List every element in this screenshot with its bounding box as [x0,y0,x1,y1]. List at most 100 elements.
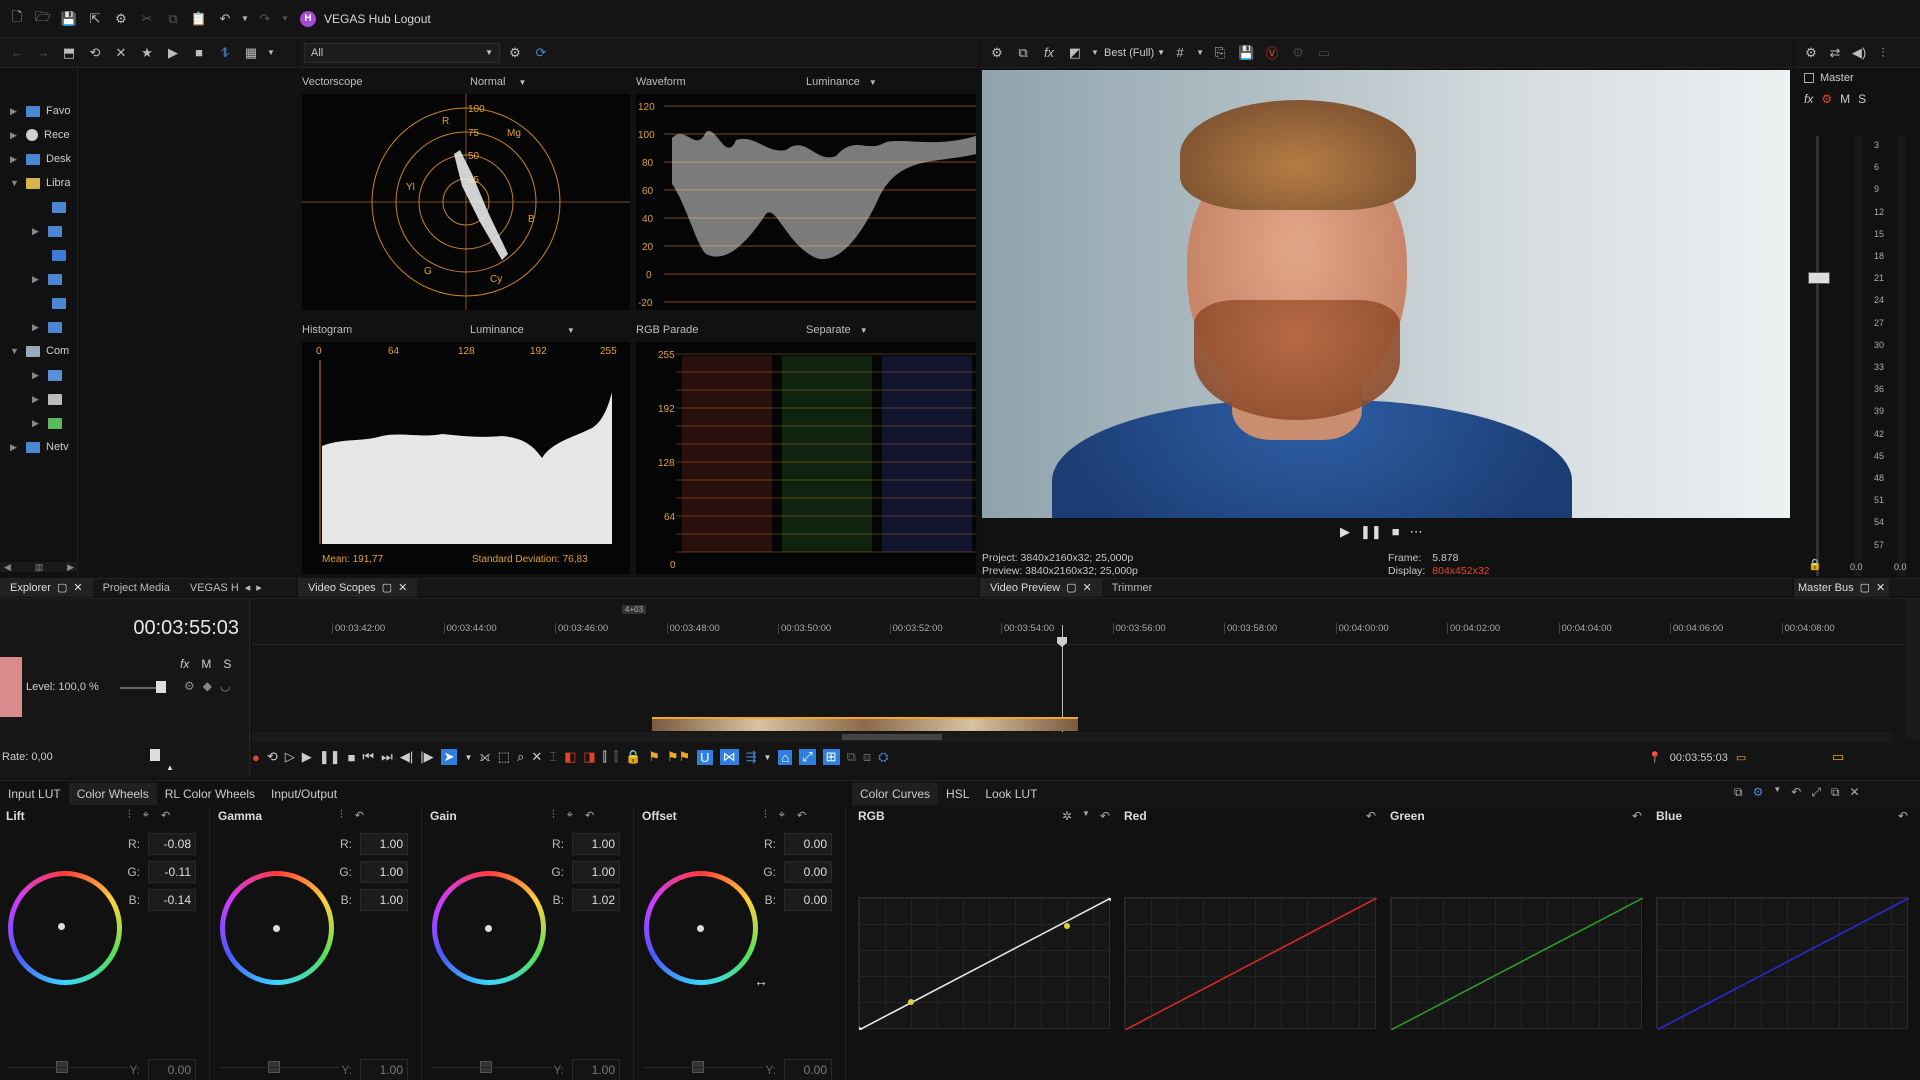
scroll-thumb[interactable]: ▥ [35,562,44,572]
speaker-icon[interactable]: ◀) [1848,42,1870,64]
copy-snapshot-icon[interactable]: ⎘ [1209,42,1231,64]
save-icon[interactable]: 💾 [58,8,80,30]
selection-length-icon[interactable]: ▭ [1736,751,1746,764]
downmix-icon[interactable]: ⇄ [1824,42,1846,64]
disabled-view-icon[interactable]: ▭ [1313,42,1335,64]
tree-item-library-2[interactable]: ▶ [32,222,62,240]
wheel-reset-icon[interactable]: ↶ [585,809,594,822]
ripple-edit-icon[interactable]: ⇶ [746,749,757,765]
auto-ripple-icon[interactable]: ⊞ [822,749,840,765]
refresh-icon[interactable]: ⟲ [84,42,106,64]
expand-arrow-icon[interactable]: ▶ [10,106,20,117]
close-icon[interactable]: ✕ [1083,581,1092,594]
dock-icon[interactable]: ▢ [382,581,392,594]
track-solo-button[interactable]: S [223,657,231,671]
views-dropdown-icon[interactable]: ▼ [266,42,276,64]
post-edit-icon[interactable]: ⧉ [847,749,856,765]
curve-control-point[interactable] [1064,923,1070,929]
master-fader-track[interactable] [1816,136,1819,576]
edit-tool-dropdown-icon[interactable]: ▼ [464,753,472,762]
tree-item-drive-2[interactable]: ▶ [32,390,62,408]
tree-item-library-6[interactable]: ▶ [32,318,62,336]
curve-line[interactable] [1657,898,1909,1030]
snapping-icon[interactable]: U [697,749,713,765]
tab-explorer[interactable]: Explorer ▢ ✕ [0,578,93,597]
overlays-grid-icon[interactable]: # [1169,42,1191,64]
color-wheel-ring[interactable] [8,871,122,985]
value-g-input[interactable]: 1.00 [572,861,620,883]
curve-control-point[interactable] [859,1027,862,1030]
tab-trimmer[interactable]: Trimmer [1102,579,1163,597]
wheel-reset-icon[interactable]: ↶ [161,809,170,822]
update-scopes-icon[interactable]: ⟳ [530,42,552,64]
transport-timecode[interactable]: 00:03:55:03 [1670,752,1728,764]
master-fader-handle[interactable] [1808,272,1830,284]
tab-rl-color-wheels[interactable]: RL Color Wheels [157,787,263,801]
value-b-input[interactable]: 1.00 [360,889,408,911]
value-r-input[interactable]: 1.00 [572,833,620,855]
undo-icon[interactable]: ↶ [214,8,236,30]
curve-control-point[interactable] [1108,898,1111,901]
expand-arrow-icon[interactable]: ▶ [32,418,42,429]
tab-vegas-hub[interactable]: VEGAS H ◂ ▸ [180,579,272,597]
ignore-grouping-icon[interactable]: ⤢ [799,749,816,765]
expand-arrow-icon[interactable]: ▶ [32,394,42,405]
expand-arrow-icon[interactable]: ▶ [10,154,20,165]
paste-icon[interactable]: 📋 [188,8,210,30]
back-icon[interactable]: ← [6,42,28,64]
hub-badge-icon[interactable]: H [300,10,316,27]
undo-dropdown-icon[interactable]: ▼ [240,8,250,30]
curve-control-point[interactable] [908,999,914,1005]
split-disabled-icon[interactable]: ⫿ [614,749,618,765]
track-mute-button[interactable]: M [201,657,211,671]
preview-pause-icon[interactable]: ❚❚ [1360,524,1382,540]
wheel-picker-icon[interactable]: ⌖ [143,809,149,822]
export-icon[interactable]: ⇱ [84,8,106,30]
tab-hsl[interactable]: HSL [938,787,977,801]
overlays-dropdown-icon[interactable]: ▼ [1195,42,1205,64]
zoom-tool-icon[interactable]: ⌕ [517,749,524,765]
record-icon[interactable]: ● [252,750,260,765]
vegas-logo-icon[interactable]: Ⓥ [1261,42,1283,64]
new-file-icon[interactable]: 🗋 [6,8,28,30]
tab-look-lut[interactable]: Look LUT [977,787,1045,801]
wheel-sliders-icon[interactable]: ⫶ [128,809,131,822]
track-fx-button[interactable]: fx [180,657,189,671]
wheel-reset-icon[interactable]: ↶ [355,809,364,822]
tab-video-scopes[interactable]: Video Scopes ▢ ✕ [298,578,418,597]
favorite-star-icon[interactable]: ★ [136,42,158,64]
curve-line[interactable] [1391,898,1643,1030]
pause-icon[interactable]: ❚❚ [319,749,341,765]
next-frame-icon[interactable]: |▶ [420,749,433,765]
color-wheel-puck[interactable] [485,925,492,932]
tree-item-desktop[interactable]: ▶ Desk [10,150,71,168]
tree-item-libraries[interactable]: ▼ Libra [10,174,70,192]
wheel-y-slider-track[interactable] [644,1067,764,1068]
value-r-input[interactable]: -0.08 [148,833,196,855]
curve-point-dropdown-icon[interactable]: ▼ [1082,809,1090,823]
dock-icon[interactable]: ▢ [1066,581,1076,594]
forward-icon[interactable]: → [32,42,54,64]
value-b-input[interactable]: 0.00 [784,889,832,911]
value-r-input[interactable]: 0.00 [784,833,832,855]
timeline-marker-label[interactable]: 4+03 [622,605,647,614]
timeline-ruler[interactable]: 00:03:42:00 00:03:44:00 00:03:46:00 00:03:4… [252,617,1904,645]
wheel-y-slider-track[interactable] [220,1067,340,1068]
scope-settings-icon[interactable]: ⚙ [504,42,526,64]
close-icon[interactable]: ✕ [73,581,82,594]
go-to-start-icon[interactable]: ⏮ [362,749,374,765]
auto-preview-icon[interactable]: ⥮ [214,42,236,64]
scroll-right-icon[interactable]: ▶ [67,562,74,572]
value-y-input[interactable]: 1.00 [572,1059,620,1080]
tree-item-computer[interactable]: ▼ Com [10,342,69,360]
master-settings-icon[interactable]: ⚙ [1800,42,1822,64]
insert-marker-icon[interactable]: ⚑ [648,749,660,765]
envelope-tool-icon[interactable]: ⟗ [479,749,490,765]
color-wheel-puck[interactable] [273,925,280,932]
track-level-slider-handle[interactable] [156,681,166,693]
curve-line[interactable] [859,898,1111,1030]
preview-play-icon[interactable]: ▶ [1340,524,1350,540]
color-wheel-puck[interactable] [58,923,65,930]
master-solo-button[interactable]: S [1858,92,1866,106]
tree-item-library-4[interactable]: ▶ [32,270,62,288]
